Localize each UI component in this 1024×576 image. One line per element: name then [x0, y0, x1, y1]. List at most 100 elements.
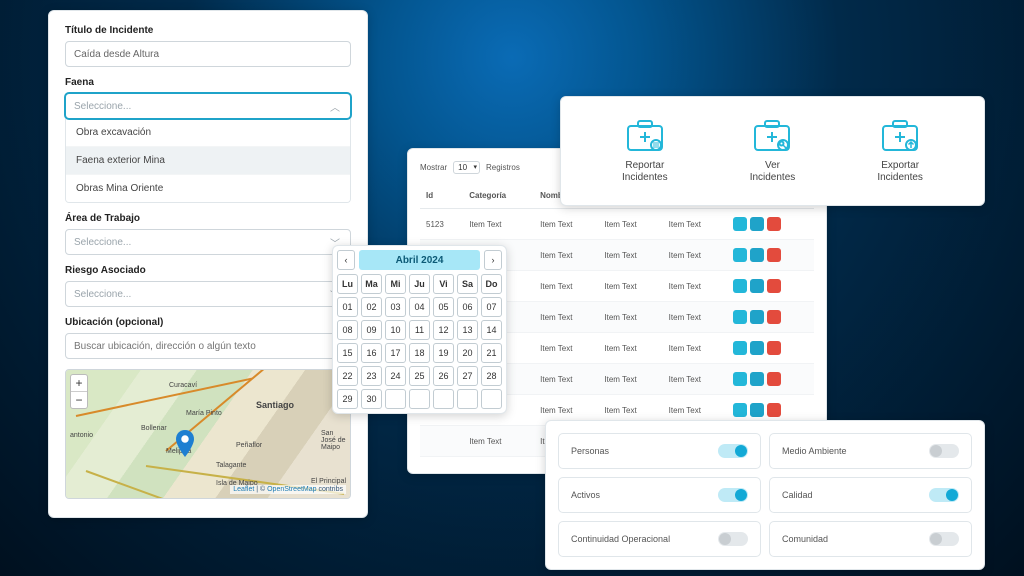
entries-label: Registros [486, 163, 520, 172]
calendar-day[interactable]: 21 [481, 343, 502, 363]
faena-label: Faena [65, 77, 351, 88]
report-incidents-button[interactable]: ReportarIncidentes [622, 118, 668, 185]
riesgo-select[interactable]: Seleccione... ﹀ [65, 281, 351, 307]
toggle-switch[interactable] [718, 488, 748, 502]
calendar-title[interactable]: Abril 2024 [359, 250, 480, 270]
impact-toggles-card: PersonasMedio AmbienteActivosCalidadCont… [545, 420, 985, 570]
view-button[interactable] [750, 372, 764, 386]
toggle-label: Activos [571, 490, 600, 500]
page-size-select[interactable]: 10▾ [453, 161, 480, 174]
toggle-switch[interactable] [929, 444, 959, 458]
calendar-day[interactable]: 04 [409, 297, 430, 317]
calendar-empty [433, 389, 454, 409]
faena-option-0[interactable]: Obra excavación [66, 119, 350, 147]
toggle-switch[interactable] [718, 444, 748, 458]
export-incidents-button[interactable]: ExportarIncidentes [877, 118, 923, 185]
faena-option-2[interactable]: Obras Mina Oriente [66, 175, 350, 202]
calendar-day[interactable]: 02 [361, 297, 382, 317]
delete-button[interactable] [767, 279, 781, 293]
view-button[interactable] [750, 279, 764, 293]
calendar-day[interactable]: 15 [337, 343, 358, 363]
calendar-day[interactable]: 08 [337, 320, 358, 340]
toggle-switch[interactable] [718, 532, 748, 546]
delete-button[interactable] [767, 248, 781, 262]
calendar-day[interactable]: 11 [409, 320, 430, 340]
calendar-day[interactable]: 30 [361, 389, 382, 409]
map-city: El Principal [311, 478, 346, 485]
edit-button[interactable] [733, 310, 747, 324]
calendar-day[interactable]: 26 [433, 366, 454, 386]
leaflet-link[interactable]: Leaflet [233, 486, 254, 493]
calendar-day[interactable]: 23 [361, 366, 382, 386]
faena-select[interactable]: Seleccione... ︿ [65, 93, 351, 119]
edit-button[interactable] [733, 341, 747, 355]
zoom-out-button[interactable]: − [71, 392, 87, 408]
toggle-switch[interactable] [929, 488, 959, 502]
toggle-switch[interactable] [929, 532, 959, 546]
ubicacion-input[interactable] [65, 333, 351, 359]
map[interactable]: Santiago Melipilla Curacaví María Pinto … [65, 369, 351, 499]
calendar-day[interactable]: 18 [409, 343, 430, 363]
calendar-day[interactable]: 29 [337, 389, 358, 409]
delete-button[interactable] [767, 403, 781, 417]
calendar-day[interactable]: 10 [385, 320, 406, 340]
calendar-empty [409, 389, 430, 409]
view-button[interactable] [750, 217, 764, 231]
calendar-empty [481, 389, 502, 409]
calendar-next-button[interactable]: › [484, 250, 502, 270]
calendar-day[interactable]: 09 [361, 320, 382, 340]
delete-button[interactable] [767, 217, 781, 231]
delete-button[interactable] [767, 372, 781, 386]
calendar-day[interactable]: 06 [457, 297, 478, 317]
calendar-day[interactable]: 22 [337, 366, 358, 386]
map-zoom: + − [70, 374, 88, 409]
calendar-day[interactable]: 03 [385, 297, 406, 317]
view-incidents-button[interactable]: VerIncidentes [750, 118, 796, 185]
calendar-day[interactable]: 16 [361, 343, 382, 363]
calendar-day[interactable]: 19 [433, 343, 454, 363]
view-button[interactable] [750, 310, 764, 324]
edit-button[interactable] [733, 403, 747, 417]
view-button[interactable] [750, 403, 764, 417]
col-categoria[interactable]: Categoría [463, 183, 534, 209]
title-input[interactable]: Caída desde Altura [65, 41, 351, 67]
delete-button[interactable] [767, 310, 781, 324]
edit-button[interactable] [733, 217, 747, 231]
calendar-day[interactable]: 24 [385, 366, 406, 386]
osm-link[interactable]: OpenStreetMap [267, 486, 316, 493]
calendar-day[interactable]: 25 [409, 366, 430, 386]
calendar-empty [385, 389, 406, 409]
view-button[interactable] [750, 248, 764, 262]
calendar-day[interactable]: 12 [433, 320, 454, 340]
calendar-prev-button[interactable]: ‹ [337, 250, 355, 270]
faena-placeholder: Seleccione... [74, 101, 131, 112]
zoom-in-button[interactable]: + [71, 375, 87, 392]
impact-toggle: Activos [558, 477, 761, 513]
faena-dropdown: Obra excavación Faena exterior Mina Obra… [65, 119, 351, 203]
calendar-day[interactable]: 05 [433, 297, 454, 317]
map-pin-icon [176, 430, 194, 454]
calendar-day[interactable]: 17 [385, 343, 406, 363]
edit-button[interactable] [733, 248, 747, 262]
edit-button[interactable] [733, 279, 747, 293]
calendar-day[interactable]: 01 [337, 297, 358, 317]
calendar-dow: Mi [385, 274, 406, 294]
impact-toggle: Continuidad Operacional [558, 521, 761, 557]
calendar-day[interactable]: 14 [481, 320, 502, 340]
view-button[interactable] [750, 341, 764, 355]
edit-button[interactable] [733, 372, 747, 386]
col-id[interactable]: Id [420, 183, 463, 209]
calendar-day[interactable]: 20 [457, 343, 478, 363]
delete-button[interactable] [767, 341, 781, 355]
calendar-day[interactable]: 13 [457, 320, 478, 340]
table-row[interactable]: 5123Item TextItem TextItem TextItem Text [420, 209, 814, 240]
calendar-day[interactable]: 07 [481, 297, 502, 317]
report-incident-icon [624, 118, 666, 154]
map-attribution: Leaflet | © OpenStreetMap contribs [230, 485, 346, 494]
area-select[interactable]: Seleccione... ﹀ [65, 229, 351, 255]
calendar-day[interactable]: 28 [481, 366, 502, 386]
faena-option-1[interactable]: Faena exterior Mina [66, 147, 350, 175]
calendar-dow: Ma [361, 274, 382, 294]
calendar-day[interactable]: 27 [457, 366, 478, 386]
incident-actions-card: ReportarIncidentes VerIncidentes Exporta… [560, 96, 985, 206]
